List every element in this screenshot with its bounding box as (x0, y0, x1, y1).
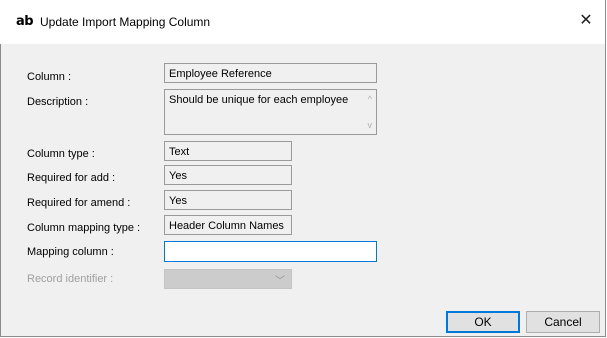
description-textarea: Should be unique for each employee ^ v (164, 89, 377, 135)
mapping-type-value: Header Column Names (164, 215, 292, 235)
window-title: Update Import Mapping Column (40, 15, 211, 29)
mapping-column-input[interactable] (164, 241, 377, 262)
required-amend-value: Yes (164, 190, 292, 210)
record-identifier-label: Record identifier : (27, 273, 114, 285)
required-add-value: Yes (164, 165, 292, 185)
text-field-icon: ab (16, 14, 34, 29)
close-icon[interactable]: ✕ (573, 8, 599, 34)
title-bar[interactable]: ab Update Import Mapping Column ✕ (0, 0, 605, 44)
update-import-mapping-dialog: ab Update Import Mapping Column ✕ Column… (0, 0, 606, 337)
column-type-label: Column type : (27, 148, 95, 160)
mapping-column-label: Mapping column : (27, 246, 114, 258)
column-type-value: Text (164, 141, 292, 161)
scroll-down-icon[interactable]: v (368, 120, 373, 130)
column-value: Employee Reference (164, 63, 377, 83)
scroll-up-icon[interactable]: ^ (368, 94, 372, 104)
description-value: Should be unique for each employee (169, 94, 349, 106)
ok-button[interactable]: OK (446, 311, 520, 333)
window-left-border (0, 44, 1, 337)
column-label: Column : (27, 71, 72, 83)
cancel-button[interactable]: Cancel (526, 311, 600, 333)
record-identifier-select[interactable]: ﹀ (164, 269, 292, 289)
chevron-down-icon: ﹀ (275, 276, 285, 287)
mapping-type-label: Column mapping type : (27, 222, 141, 234)
required-amend-label: Required for amend : (27, 197, 131, 209)
required-add-label: Required for add : (27, 172, 116, 184)
description-label: Description : (27, 96, 89, 108)
